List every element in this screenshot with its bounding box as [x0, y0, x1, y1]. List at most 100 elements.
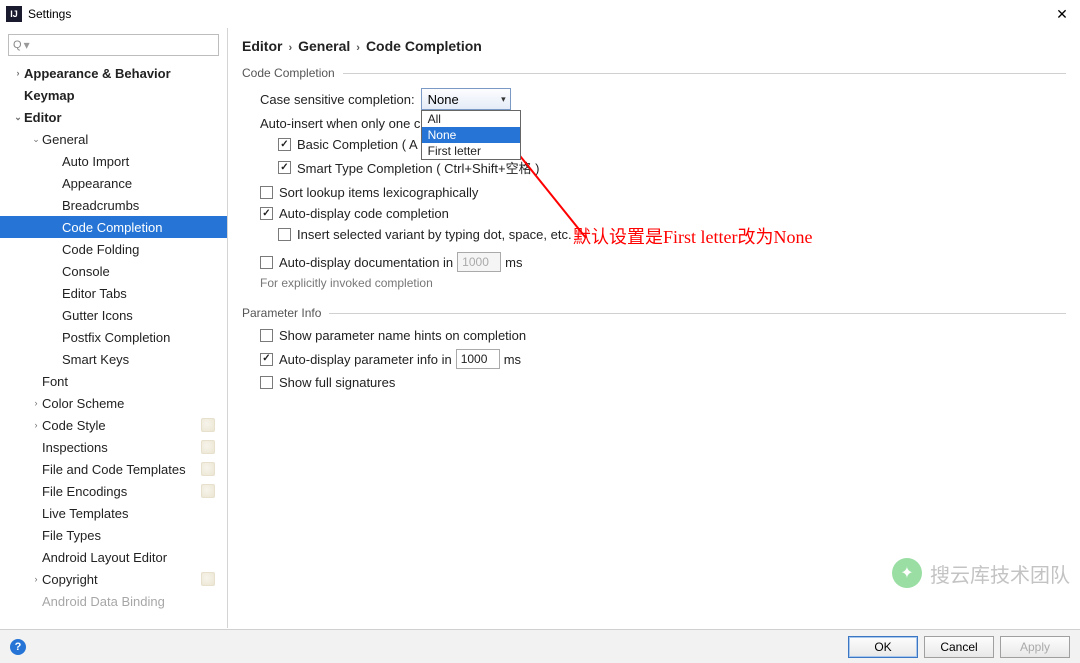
auto-display-param-checkbox[interactable] [260, 353, 273, 366]
show-full-label: Show full signatures [279, 375, 395, 390]
tree-label: Color Scheme [42, 396, 227, 411]
tree-item-breadcrumbs[interactable]: Breadcrumbs [0, 194, 227, 216]
tree-item-console[interactable]: Console [0, 260, 227, 282]
show-hints-label: Show parameter name hints on completion [279, 328, 526, 343]
project-scope-icon [201, 440, 215, 454]
sort-lookup-label: Sort lookup items lexicographically [279, 185, 478, 200]
project-scope-icon [201, 418, 215, 432]
insert-selected-checkbox[interactable] [278, 228, 291, 241]
app-icon: IJ [6, 6, 22, 22]
insert-selected-label: Insert selected variant by typing dot, s… [297, 227, 572, 242]
tree-label: Appearance & Behavior [24, 66, 227, 81]
tree-item-live-templates[interactable]: Live Templates [0, 502, 227, 524]
tree-label: Android Data Binding [42, 594, 227, 609]
tree-label: File Encodings [42, 484, 201, 499]
tree-label: Postfix Completion [62, 330, 227, 345]
tree-arrow-icon: › [30, 420, 42, 430]
show-full-checkbox[interactable] [260, 376, 273, 389]
auto-display-doc-checkbox[interactable] [260, 256, 273, 269]
tree-label: Code Folding [62, 242, 227, 257]
show-hints-checkbox[interactable] [260, 329, 273, 342]
search-icon: Q [13, 39, 22, 51]
tree-item-appearance[interactable]: Appearance [0, 172, 227, 194]
tree-item-postfix-completion[interactable]: Postfix Completion [0, 326, 227, 348]
search-input[interactable]: Q ▾ [8, 34, 219, 56]
tree-item-keymap[interactable]: Keymap [0, 84, 227, 106]
cancel-button[interactable]: Cancel [924, 636, 994, 658]
tree-label: File and Code Templates [42, 462, 201, 477]
tree-label: Console [62, 264, 227, 279]
tree-arrow-icon: › [30, 398, 42, 408]
close-icon[interactable]: ✕ [1050, 6, 1074, 23]
tree-label: Live Templates [42, 506, 227, 521]
tree-item-gutter-icons[interactable]: Gutter Icons [0, 304, 227, 326]
project-scope-icon [201, 572, 215, 586]
basic-completion-label: Basic Completion ( A [297, 137, 418, 152]
tree-arrow-icon: ⌄ [30, 134, 42, 145]
settings-tree[interactable]: ›Appearance & BehaviorKeymap⌄Editor⌄Gene… [0, 60, 227, 628]
tree-item-android-layout-editor[interactable]: Android Layout Editor [0, 546, 227, 568]
option-first-letter[interactable]: First letter [422, 143, 520, 159]
tree-arrow-icon: › [12, 68, 24, 78]
tree-item-file-types[interactable]: File Types [0, 524, 227, 546]
ms-unit: ms [505, 255, 522, 270]
tree-arrow-icon: › [30, 574, 42, 584]
chevron-down-icon: ▾ [501, 94, 506, 105]
smart-completion-checkbox[interactable] [278, 161, 291, 174]
project-scope-icon [201, 462, 215, 476]
tree-label: File Types [42, 528, 227, 543]
tree-label: Editor Tabs [62, 286, 227, 301]
tree-item-editor[interactable]: ⌄Editor [0, 106, 227, 128]
tree-label: Smart Keys [62, 352, 227, 367]
search-value: ▾ [24, 38, 30, 52]
tree-label: Keymap [24, 88, 227, 103]
auto-display-doc-label: Auto-display documentation in [279, 255, 453, 270]
doc-hint: For explicitly invoked completion [260, 276, 1066, 290]
chevron-right-icon: › [288, 42, 292, 54]
tree-item-editor-tabs[interactable]: Editor Tabs [0, 282, 227, 304]
doc-delay-input[interactable]: 1000 [457, 252, 501, 272]
tree-label: Inspections [42, 440, 201, 455]
breadcrumb: Editor›General›Code Completion [242, 38, 1066, 54]
tree-item-code-completion[interactable]: Code Completion [0, 216, 227, 238]
tree-item-file-and-code-templates[interactable]: File and Code Templates [0, 458, 227, 480]
smart-completion-label: Smart Type Completion ( Ctrl+Shift+空格 ) [297, 158, 540, 177]
tree-label: Gutter Icons [62, 308, 227, 323]
tree-label: Android Layout Editor [42, 550, 227, 565]
wechat-icon: ✦ [892, 558, 922, 588]
chevron-right-icon: › [356, 42, 360, 54]
tree-item-appearance-behavior[interactable]: ›Appearance & Behavior [0, 62, 227, 84]
help-icon[interactable]: ? [10, 639, 26, 655]
param-delay-input[interactable]: 1000 [456, 349, 500, 369]
tree-item-file-encodings[interactable]: File Encodings [0, 480, 227, 502]
tree-item-code-folding[interactable]: Code Folding [0, 238, 227, 260]
project-scope-icon [201, 484, 215, 498]
ok-button[interactable]: OK [848, 636, 918, 658]
sort-lookup-checkbox[interactable] [260, 186, 273, 199]
case-sensitive-dropdown[interactable]: All None First letter [421, 110, 521, 160]
tree-label: General [42, 132, 227, 147]
auto-display-param-label: Auto-display parameter info in [279, 352, 452, 367]
apply-button[interactable]: Apply [1000, 636, 1070, 658]
tree-item-code-style[interactable]: ›Code Style [0, 414, 227, 436]
tree-item-auto-import[interactable]: Auto Import [0, 150, 227, 172]
option-all[interactable]: All [422, 111, 520, 127]
tree-item-copyright[interactable]: ›Copyright [0, 568, 227, 590]
auto-insert-label: Auto-insert when only one c [260, 116, 420, 131]
auto-display-code-checkbox[interactable] [260, 207, 273, 220]
tree-item-smart-keys[interactable]: Smart Keys [0, 348, 227, 370]
tree-item-color-scheme[interactable]: ›Color Scheme [0, 392, 227, 414]
tree-item-general[interactable]: ⌄General [0, 128, 227, 150]
tree-item-inspections[interactable]: Inspections [0, 436, 227, 458]
window-title: Settings [28, 7, 1050, 21]
tree-label: Editor [24, 110, 227, 125]
tree-item-font[interactable]: Font [0, 370, 227, 392]
tree-item-android-data-binding[interactable]: Android Data Binding [0, 590, 227, 612]
annotation-text: 默认设置是First letter改为None [573, 223, 812, 249]
option-none[interactable]: None [422, 127, 520, 143]
case-sensitive-select[interactable]: None ▾ All None First letter [421, 88, 511, 110]
basic-completion-checkbox[interactable] [278, 138, 291, 151]
tree-label: Code Completion [62, 220, 227, 235]
tree-label: Copyright [42, 572, 201, 587]
auto-display-code-label: Auto-display code completion [279, 206, 449, 221]
